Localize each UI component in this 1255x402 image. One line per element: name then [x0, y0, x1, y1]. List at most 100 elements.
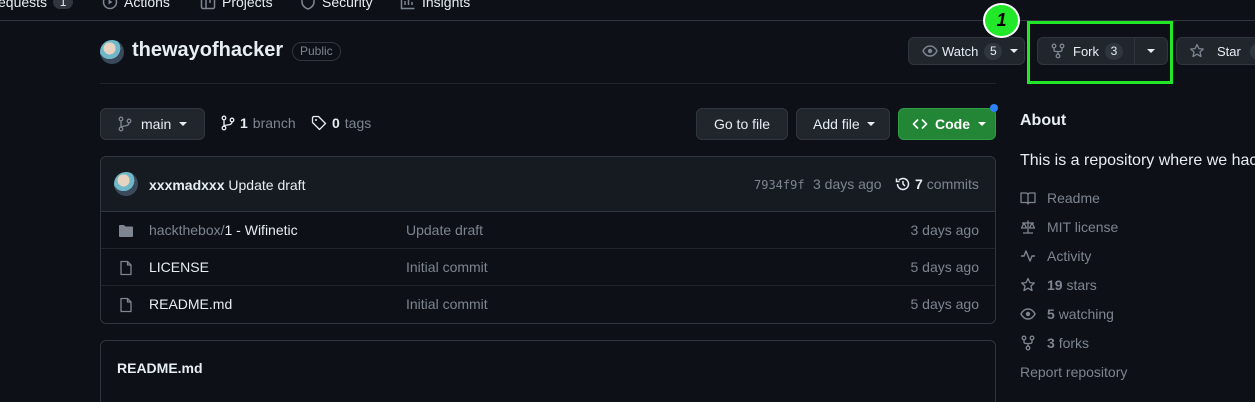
readme-link-label: Readme: [1047, 190, 1100, 206]
chevron-down-icon: [179, 122, 188, 126]
tab-insights-label: Insights: [422, 0, 471, 10]
eye-icon: [922, 43, 938, 59]
about-description: This is a repository where we hac: [1020, 152, 1255, 169]
tab-pull-requests-label: equests: [0, 0, 48, 10]
branch-count: 1: [240, 115, 248, 131]
latest-commit-bar: xxxmadxxx Update draft 7934f9f 3 days ag…: [101, 157, 995, 212]
repo-nav: equests 1 Actions Projects Security Insi…: [0, 0, 1255, 21]
table-row[interactable]: README.md Initial commit 5 days ago: [101, 286, 995, 323]
watch-count: 5: [984, 42, 1003, 60]
branch-icon: [118, 116, 132, 132]
file-icon: [118, 297, 134, 313]
file-name: 1 - Wifinetic: [224, 222, 298, 238]
commit-word: commits: [926, 176, 979, 192]
sidebar-item-watching[interactable]: 5 watching: [1020, 306, 1114, 322]
commit-age: 3 days ago: [813, 176, 882, 192]
header-divider: [100, 83, 996, 84]
table-row[interactable]: hackthebox/1 - Wifinetic Update draft 3 …: [101, 212, 995, 249]
notification-dot: [990, 104, 998, 112]
file-path-prefix: hackthebox/: [149, 222, 225, 238]
table-row[interactable]: LICENSE Initial commit 5 days ago: [101, 249, 995, 286]
actions-icon: [102, 0, 118, 10]
tags-link[interactable]: 0 tags: [311, 115, 371, 131]
commit-author-link[interactable]: xxxmadxxx: [149, 177, 225, 193]
file-name-link[interactable]: README.md: [149, 296, 232, 312]
tag-icon: [311, 115, 327, 131]
visibility-badge: Public: [292, 42, 341, 61]
law-icon: [1020, 219, 1036, 235]
sidebar-item-readme[interactable]: Readme: [1020, 190, 1100, 206]
file-age: 5 days ago: [910, 259, 980, 275]
shield-icon: [300, 0, 316, 10]
tab-projects-label: Projects: [222, 0, 273, 10]
commits-link[interactable]: 7 commits: [895, 176, 979, 192]
file-name-link[interactable]: hackthebox/1 - Wifinetic: [149, 222, 298, 238]
stars-count: 19: [1047, 277, 1063, 293]
tab-actions-label: Actions: [124, 0, 170, 10]
graph-icon: [400, 0, 416, 10]
folder-icon: [118, 223, 134, 239]
branch-word: branch: [252, 115, 296, 131]
star-button[interactable]: Star: [1176, 37, 1255, 65]
stars-word: stars: [1066, 277, 1097, 293]
pull-requests-counter: 1: [53, 0, 74, 9]
license-link-label: MIT license: [1047, 219, 1119, 235]
tag-word: tags: [344, 115, 372, 131]
chevron-down-icon: [1010, 49, 1019, 53]
about-heading: About: [1020, 112, 1067, 129]
book-icon: [1020, 190, 1036, 206]
projects-icon: [200, 0, 216, 10]
add-file-button[interactable]: Add file: [796, 108, 890, 140]
star-count: [1249, 42, 1255, 60]
sidebar-item-stars[interactable]: 19 stars: [1020, 277, 1097, 293]
commit-author-avatar[interactable]: [114, 172, 138, 196]
add-file-label: Add file: [813, 116, 860, 132]
fork-highlight-box: [1027, 21, 1173, 84]
tab-security[interactable]: Security: [300, 0, 373, 10]
sidebar-item-activity[interactable]: Activity: [1020, 248, 1091, 264]
file-name-link[interactable]: LICENSE: [149, 259, 209, 275]
report-label: Report repository: [1020, 364, 1128, 380]
go-to-file-button[interactable]: Go to file: [696, 108, 788, 140]
tab-insights[interactable]: Insights: [400, 0, 470, 10]
sidebar-item-license[interactable]: MIT license: [1020, 219, 1118, 235]
file-commit-message[interactable]: Initial commit: [406, 259, 488, 275]
watch-button[interactable]: Watch 5: [908, 37, 1025, 65]
forks-count: 3: [1047, 335, 1055, 351]
history-icon: [895, 176, 911, 192]
file-commit-message[interactable]: Update draft: [406, 222, 483, 238]
code-label: Code: [935, 116, 970, 132]
file-commit-message[interactable]: Initial commit: [406, 296, 488, 312]
file-table: xxxmadxxx Update draft 7934f9f 3 days ag…: [100, 156, 996, 324]
tab-pull-requests[interactable]: equests 1: [0, 0, 74, 10]
eye-icon: [1020, 306, 1036, 322]
star-icon: [1189, 43, 1205, 59]
branches-link[interactable]: 1 branch: [221, 115, 296, 131]
chevron-down-icon: [866, 122, 875, 126]
tab-actions[interactable]: Actions: [102, 0, 170, 10]
code-button[interactable]: Code: [898, 108, 996, 140]
sidebar-item-forks[interactable]: 3 forks: [1020, 335, 1089, 351]
readme-panel: README.md: [100, 340, 996, 402]
owner-avatar[interactable]: [100, 40, 124, 64]
tag-count: 0: [332, 115, 340, 131]
forks-word: forks: [1058, 335, 1090, 351]
step-marker: 1: [983, 3, 1020, 38]
report-repository-link[interactable]: Report repository: [1020, 364, 1127, 380]
star-icon: [1020, 277, 1036, 293]
branch-select[interactable]: main: [100, 108, 205, 140]
commit-hash-link[interactable]: 7934f9f: [754, 178, 805, 192]
commit-message-link[interactable]: Update draft: [228, 177, 305, 193]
tab-security-label: Security: [322, 0, 373, 10]
commit-count: 7: [915, 176, 923, 192]
repo-name-link[interactable]: thewayofhacker: [132, 39, 283, 62]
watching-count: 5: [1047, 306, 1055, 322]
file-age: 3 days ago: [910, 222, 980, 238]
tab-projects[interactable]: Projects: [200, 0, 273, 10]
activity-link-label: Activity: [1047, 248, 1092, 264]
fork-icon: [1020, 335, 1036, 351]
chevron-down-icon: [978, 122, 986, 126]
watching-word: watching: [1058, 306, 1114, 322]
code-icon: [912, 116, 928, 132]
watch-label: Watch: [942, 43, 979, 59]
